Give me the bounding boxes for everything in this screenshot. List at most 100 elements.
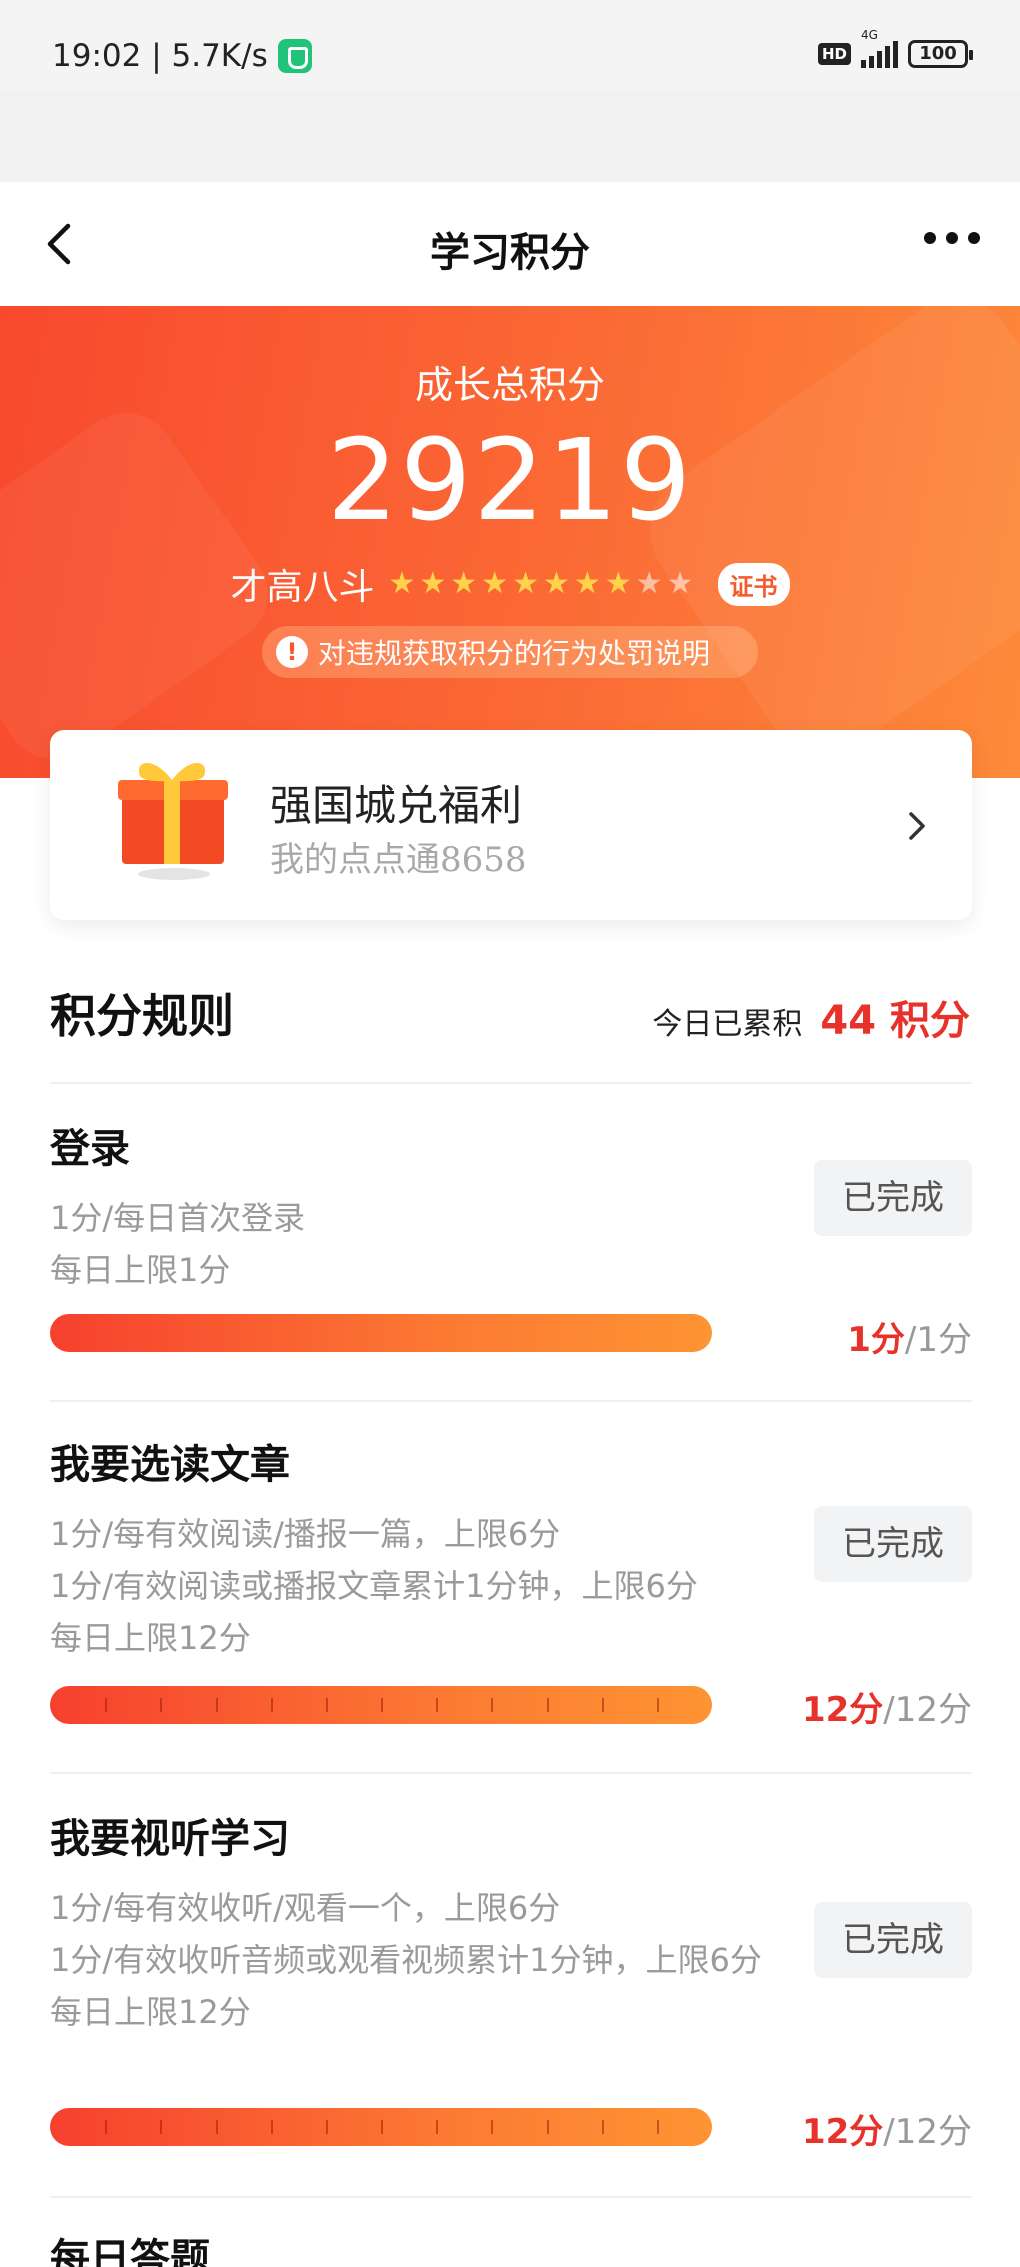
rules-title: 积分规则 xyxy=(50,989,234,1043)
progress-tick xyxy=(547,1698,549,1712)
progress-tick xyxy=(326,1698,328,1712)
chevron-right-icon xyxy=(909,812,925,840)
battery-icon: 100 xyxy=(908,40,973,68)
level-stars: ★ ★ ★ ★ ★ ★ ★ ★ ★ ★ xyxy=(388,569,693,599)
completed-button[interactable]: 已完成 xyxy=(814,1506,972,1582)
network-type: 4G xyxy=(861,28,878,42)
progress-tick xyxy=(160,1698,162,1712)
welfare-card[interactable]: 强国城兑福利 我的点点通8658 xyxy=(50,730,972,920)
points-balance: 我的点点通8658 xyxy=(270,840,527,880)
certificate-button[interactable]: 证书 xyxy=(717,562,790,606)
rule-desc: 1分/每日首次登录 每日上限1分 xyxy=(50,1192,810,1296)
divider xyxy=(50,1400,972,1402)
progress-tick xyxy=(547,2120,549,2134)
more-icon[interactable] xyxy=(924,232,980,244)
welfare-title: 强国城兑福利 xyxy=(270,781,523,830)
rule-desc-line: 每日上限1分 xyxy=(50,1251,231,1289)
rule-title: 我要视听学习 xyxy=(50,1815,290,1862)
star-icon: ★ xyxy=(388,566,416,601)
app-notification-icon xyxy=(277,39,312,73)
page-title: 学习积分 xyxy=(430,230,590,276)
rule-desc: 1分/每有效收听/观看一个，上限6分 1分/有效收听音频或观看视频累计1分钟，上… xyxy=(50,1882,810,2038)
warning-icon: ! xyxy=(276,636,308,668)
rule-item-daily-quiz: 每日答题 xyxy=(50,2226,972,2267)
violation-notice-link[interactable]: ! 对违规获取积分的行为处罚说明 xyxy=(262,626,758,678)
rule-desc-line: 每日上限12分 xyxy=(50,1619,251,1657)
rule-desc-line: 每日上限12分 xyxy=(50,1993,251,2031)
progress-tick xyxy=(105,1698,107,1712)
rule-score: 1分/1分 xyxy=(847,1312,972,1361)
progress-tick xyxy=(491,2120,493,2134)
level-row: 才高八斗 ★ ★ ★ ★ ★ ★ ★ ★ ★ ★ 证书 xyxy=(0,558,1020,610)
star-icon: ★ xyxy=(604,566,632,601)
star-icon: ★ xyxy=(543,566,570,601)
rule-title: 我要选读文章 xyxy=(50,1441,290,1488)
star-icon: ★ xyxy=(512,566,539,601)
rule-item-audio-video: 我要视听学习 1分/每有效收听/观看一个，上限6分 1分/有效收听音频或观看视频… xyxy=(50,1806,972,2156)
progress-tick xyxy=(271,2120,273,2134)
divider xyxy=(50,2196,972,2198)
top-band xyxy=(0,90,1020,182)
score-earned: 12分 xyxy=(801,1690,884,1730)
today-points-label: 今日已累积 xyxy=(652,1007,803,1042)
star-icon: ★ xyxy=(635,566,663,601)
nav-bar: 学习积分 xyxy=(0,182,1020,306)
completed-button[interactable]: 已完成 xyxy=(814,1902,972,1978)
progress-tick xyxy=(602,1698,604,1712)
score-earned: 1分 xyxy=(847,1320,905,1360)
today-points-value: 44 积分 xyxy=(820,998,970,1044)
progress-bar xyxy=(50,1686,712,1724)
rule-score: 12分/12分 xyxy=(802,2104,972,2153)
status-left: 19:02 | 5.7K/s xyxy=(52,38,312,74)
rule-score: 12分/12分 xyxy=(802,1682,972,1731)
progress-tick xyxy=(657,2120,659,2134)
rule-desc-line: 1分/每有效阅读/播报一篇，上限6分 xyxy=(50,1515,561,1553)
status-time: 19:02 | 5.7K/s xyxy=(52,38,268,74)
progress-tick xyxy=(491,1698,493,1712)
progress-tick xyxy=(105,2120,107,2134)
divider xyxy=(50,1772,972,1774)
rule-item-reading: 我要选读文章 1分/每有效阅读/播报一篇，上限6分 1分/有效阅读或播报文章累计… xyxy=(50,1432,972,1732)
progress-bar xyxy=(50,2108,712,2146)
rule-desc-line: 1分/每日首次登录 xyxy=(50,1199,306,1237)
status-right: HD 4G 100 xyxy=(817,28,973,68)
hero-banner: 成长总积分 29219 才高八斗 ★ ★ ★ ★ ★ ★ ★ ★ ★ ★ 证书 ! 对违规获取积分… xyxy=(0,306,1020,778)
today-points: 今日已累积 44 积分 xyxy=(652,988,970,1046)
notice-text: 对违规获取积分的行为处罚说明 xyxy=(318,637,711,670)
progress-tick xyxy=(602,2120,604,2134)
progress-tick xyxy=(216,1698,218,1712)
star-icon: ★ xyxy=(666,566,694,601)
level-name: 才高八斗 xyxy=(230,567,375,608)
status-bar: 19:02 | 5.7K/s HD 4G 100 xyxy=(0,0,1020,90)
total-points-value: 29219 xyxy=(326,416,694,546)
progress-tick xyxy=(160,2120,162,2134)
divider xyxy=(50,1082,972,1084)
signal-icon: 4G xyxy=(861,28,898,68)
progress-tick xyxy=(271,1698,273,1712)
rule-item-login: 登录 1分/每日首次登录 每日上限1分 已完成 1分/1分 xyxy=(50,1116,972,1360)
star-icon: ★ xyxy=(481,566,509,601)
rule-desc: 1分/每有效阅读/播报一篇，上限6分 1分/有效阅读或播报文章累计1分钟，上限6… xyxy=(50,1508,810,1664)
score-limit: /12分 xyxy=(883,1690,972,1730)
star-icon: ★ xyxy=(573,566,601,601)
progress-tick xyxy=(326,2120,328,2134)
rule-desc-line: 1分/有效收听音频或观看视频累计1分钟，上限6分 xyxy=(50,1941,762,1979)
star-icon: ★ xyxy=(419,566,447,601)
gift-icon xyxy=(118,763,228,880)
score-earned: 12分 xyxy=(801,2112,884,2152)
progress-tick xyxy=(657,1698,659,1712)
progress-tick xyxy=(381,2120,383,2134)
progress-tick xyxy=(216,2120,218,2134)
progress-tick xyxy=(436,1698,438,1712)
rule-title: 每日答题 xyxy=(50,2235,210,2267)
progress-bar xyxy=(50,1314,712,1352)
progress-tick xyxy=(436,2120,438,2134)
rule-desc-line: 1分/每有效收听/观看一个，上限6分 xyxy=(50,1889,561,1927)
completed-button[interactable]: 已完成 xyxy=(814,1160,972,1236)
star-icon: ★ xyxy=(450,566,478,601)
score-limit: /1分 xyxy=(904,1320,972,1360)
rule-desc-line: 1分/有效阅读或播报文章累计1分钟，上限6分 xyxy=(50,1567,698,1605)
score-limit: /12分 xyxy=(883,2112,972,2152)
total-points-label: 成长总积分 xyxy=(414,363,605,407)
hd-icon: HD xyxy=(817,43,851,65)
